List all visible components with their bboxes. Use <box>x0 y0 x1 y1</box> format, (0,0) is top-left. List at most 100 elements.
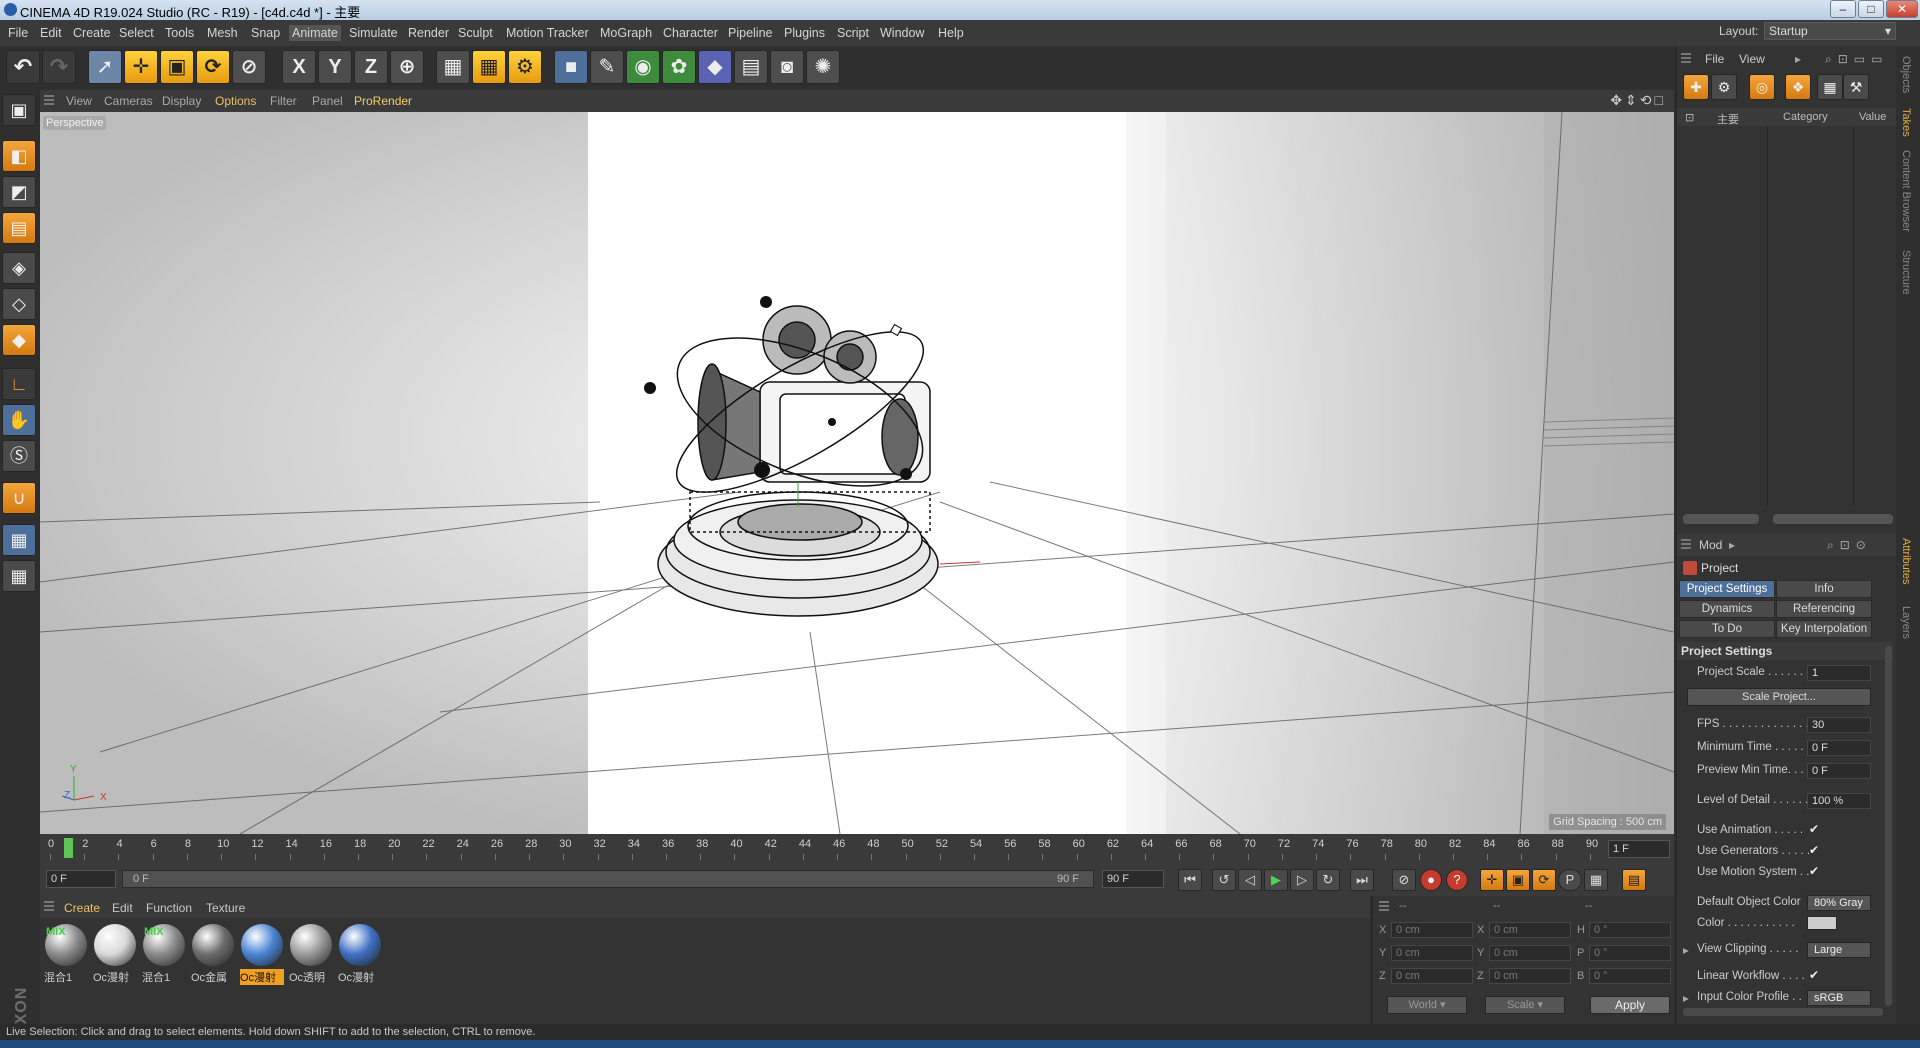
side-tab-objects[interactable]: Objects <box>1900 56 1912 93</box>
tab-to-do[interactable]: To Do <box>1679 620 1775 638</box>
menu-render[interactable]: Render <box>408 26 449 40</box>
cube-icon[interactable]: ■ <box>554 50 588 84</box>
render-settings-icon[interactable]: ⚙ <box>508 50 542 84</box>
edges-mode-icon[interactable]: ◇ <box>2 288 36 320</box>
end-frame-field[interactable]: 90 F <box>1102 870 1164 888</box>
attributes-mode-menu[interactable]: Mod <box>1699 538 1722 552</box>
navigate-icons[interactable]: ✥⇕⟲□ <box>1610 92 1666 109</box>
render-picture-viewer-icon[interactable]: ▦ <box>472 50 506 84</box>
takes-list[interactable] <box>1677 126 1897 556</box>
use-generators-checkbox[interactable]: ✔ <box>1809 843 1819 857</box>
menu-sculpt[interactable]: Sculpt <box>458 26 493 40</box>
coord-value-field[interactable]: 0 ° <box>1589 945 1671 961</box>
override-icon[interactable]: ◎ <box>1749 74 1775 100</box>
start-frame-field[interactable]: 0 F <box>46 870 116 888</box>
drag-handle-icon[interactable] <box>44 95 54 107</box>
takes-scrollbar-right[interactable] <box>1773 514 1893 524</box>
key-pla-icon[interactable]: ▦ <box>1584 869 1608 891</box>
texture-mode-icon[interactable]: ◩ <box>2 176 36 208</box>
menu-pipeline[interactable]: Pipeline <box>728 26 772 40</box>
coord-mode-select[interactable]: World ▾ <box>1387 996 1467 1014</box>
menu-mograph[interactable]: MoGraph <box>600 26 652 40</box>
points-mode-icon[interactable]: ◈ <box>2 252 36 284</box>
key-param-icon[interactable]: P <box>1558 869 1582 891</box>
menu-mesh[interactable]: Mesh <box>207 26 238 40</box>
close-button[interactable]: ✕ <box>1886 0 1918 18</box>
color-swatch[interactable] <box>1807 916 1837 930</box>
coord-value-field[interactable]: 0 cm <box>1489 945 1571 961</box>
minimum-time-field[interactable]: 0 F <box>1807 740 1871 756</box>
material-item[interactable]: MIX 混合1 <box>142 924 186 986</box>
pen-spline-icon[interactable]: ✎ <box>590 50 624 84</box>
side-tab-content-browser[interactable]: Content Browser <box>1900 150 1912 232</box>
material-item[interactable]: Oc漫射 <box>338 924 382 986</box>
tab-referencing[interactable]: Referencing <box>1776 600 1872 618</box>
solo-icon[interactable]: Ⓢ <box>2 440 36 472</box>
search-icon[interactable]: ⌕⊡⊙ <box>1827 538 1872 553</box>
maximize-button[interactable]: □ <box>1858 0 1884 18</box>
cloner-icon[interactable]: ✿ <box>662 50 696 84</box>
vp-menu-panel[interactable]: Panel <box>312 94 343 108</box>
redo-icon[interactable]: ↷ <box>42 50 76 84</box>
minimize-button[interactable]: – <box>1830 0 1856 18</box>
menu-animate[interactable]: Animate <box>289 25 341 41</box>
menu-script[interactable]: Script <box>837 26 869 40</box>
menu-tools[interactable]: Tools <box>165 26 194 40</box>
mat-menu-create[interactable]: Create <box>64 901 100 915</box>
auto-take-icon[interactable]: ❖ <box>1785 74 1811 100</box>
search-icon[interactable]: ⌕⊡▭▭ <box>1825 52 1888 67</box>
tab-dynamics[interactable]: Dynamics <box>1679 600 1775 618</box>
use-animation-checkbox[interactable]: ✔ <box>1809 822 1819 836</box>
vp-menu-cameras[interactable]: Cameras <box>104 94 153 108</box>
current-frame-field[interactable]: 1 F <box>1608 840 1670 858</box>
key-rotation-icon[interactable]: ⟳ <box>1532 869 1556 891</box>
fps-field[interactable]: 30 <box>1807 717 1871 733</box>
vp-menu-prorender[interactable]: ProRender <box>354 94 412 108</box>
record-keys-icon[interactable]: ⊘ <box>1392 869 1416 891</box>
take-settings-icon[interactable]: ⚒ <box>1843 74 1869 100</box>
menu-create[interactable]: Create <box>73 26 111 40</box>
floor-icon[interactable]: ▤ <box>734 50 768 84</box>
playhead[interactable] <box>64 838 73 858</box>
apply-button[interactable]: Apply <box>1590 996 1670 1014</box>
objects-menu-view[interactable]: View <box>1739 52 1765 66</box>
previous-frame-icon[interactable]: ◁ <box>1238 869 1262 891</box>
light-icon[interactable]: ✺ <box>806 50 840 84</box>
coord-value-field[interactable]: 0 cm <box>1391 922 1473 938</box>
polygons-mode-icon[interactable]: ◆ <box>2 324 36 356</box>
menu-select[interactable]: Select <box>119 26 154 40</box>
scale-icon[interactable]: ▣ <box>160 50 194 84</box>
deformer-icon[interactable]: ◆ <box>698 50 732 84</box>
snap-magnet-icon[interactable]: ∪ <box>2 482 36 514</box>
mat-menu-texture[interactable]: Texture <box>206 901 245 915</box>
drag-handle-icon[interactable] <box>1681 539 1691 551</box>
use-motion-system-checkbox[interactable]: ✔ <box>1809 864 1819 878</box>
add-take-icon[interactable]: ✚ <box>1683 74 1709 100</box>
attributes-scrollbar[interactable] <box>1885 646 1892 1006</box>
material-item[interactable]: Oc漫射 <box>93 924 137 986</box>
go-to-start-icon[interactable]: ⏮ <box>1178 869 1202 891</box>
make-editable-icon[interactable]: ▣ <box>2 94 36 126</box>
x-axis-lock-button[interactable]: X <box>282 50 316 84</box>
menu-snap[interactable]: Snap <box>251 26 280 40</box>
rotate-icon[interactable]: ⟳ <box>196 50 230 84</box>
coordinate-system-icon[interactable]: ⊕ <box>390 50 424 84</box>
input-color-profile-select[interactable]: sRGB <box>1807 990 1871 1006</box>
tab-info[interactable]: Info <box>1776 580 1872 598</box>
tweak-icon[interactable]: ✋ <box>2 404 36 436</box>
axis-mode-icon[interactable]: ∟ <box>2 368 36 400</box>
menu-edit[interactable]: Edit <box>40 26 62 40</box>
preview-min-time-field[interactable]: 0 F <box>1807 763 1871 779</box>
chevron-right-icon[interactable]: ▸ <box>1795 52 1801 66</box>
drag-handle-icon[interactable] <box>1379 901 1389 913</box>
menu-character[interactable]: Character <box>663 26 718 40</box>
takes-scrollbar-left[interactable] <box>1683 514 1759 524</box>
tab-key-interpolation[interactable]: Key Interpolation <box>1776 620 1872 638</box>
default-object-color-select[interactable]: 80% Gray <box>1807 895 1871 911</box>
clone-take-icon[interactable]: ⚙ <box>1711 74 1737 100</box>
chevron-right-icon[interactable]: ▸ <box>1683 943 1689 957</box>
scale-project-button[interactable]: Scale Project... <box>1687 688 1871 706</box>
menu-motion-tracker[interactable]: Motion Tracker <box>506 26 589 40</box>
mat-menu-function[interactable]: Function <box>146 901 192 915</box>
vp-menu-display[interactable]: Display <box>162 94 201 108</box>
